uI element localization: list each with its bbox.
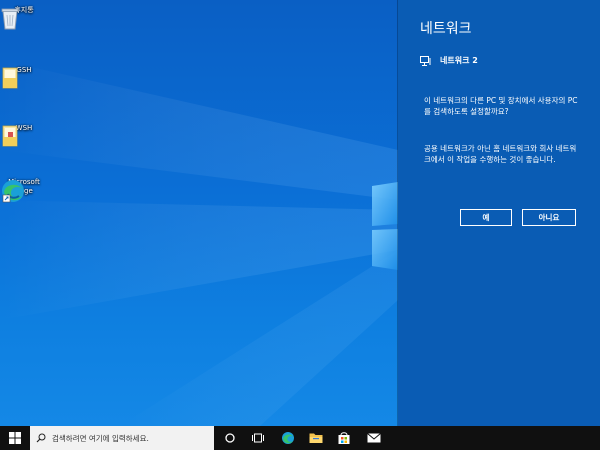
network-name: 네트워크 2: [440, 56, 478, 65]
discovery-description: 공용 네트워크가 아닌 홈 네트워크와 회사 네트워크에서 이 작업을 수행하는…: [424, 144, 577, 164]
desktop-icon-gsh[interactable]: GSH: [0, 66, 48, 89]
network-name-row: 네트워크 2: [420, 55, 478, 66]
taskbar-edge-button[interactable]: [274, 426, 302, 450]
folder-icon: [2, 125, 18, 147]
desktop-icon-recycle-bin[interactable]: 휴지통: [0, 6, 48, 30]
store-icon: [338, 432, 350, 444]
discovery-question: 이 네트워크의 다른 PC 및 장치에서 사용자의 PC를 검색하도록 설정할까…: [424, 96, 578, 116]
yes-button[interactable]: 예: [460, 209, 512, 226]
taskbar-search-box[interactable]: 검색하려면 여기에 입력하세요.: [30, 426, 214, 450]
network-monitor-icon: [420, 55, 431, 66]
network-flyout: 네트워크 네트워크 2 이 네트워크의 다른 PC 및 장치에서 사용자의 PC…: [398, 0, 600, 426]
search-placeholder: 검색하려면 여기에 입력하세요.: [52, 433, 149, 443]
taskbar: 검색하려면 여기에 입력하세요.: [0, 426, 600, 450]
desktop-icon-wsh[interactable]: WSH: [0, 124, 48, 147]
cortana-button[interactable]: [216, 426, 244, 450]
start-button[interactable]: [0, 426, 30, 450]
flyout-title: 네트워크: [420, 21, 472, 37]
search-icon: [36, 433, 46, 443]
edge-icon: [282, 432, 294, 444]
desktop-icon-edge[interactable]: Microsoft Edge: [0, 178, 48, 203]
store-button[interactable]: [330, 426, 358, 450]
no-button[interactable]: 아니요: [522, 209, 576, 226]
mail-icon: [367, 433, 381, 443]
windows-logo-icon: [9, 432, 21, 444]
file-explorer-icon: [309, 433, 323, 443]
folder-icon: [2, 67, 18, 89]
task-view-button[interactable]: [244, 426, 272, 450]
task-view-icon: [252, 433, 264, 443]
edge-icon: [2, 180, 24, 203]
cortana-icon: [225, 433, 235, 443]
mail-button[interactable]: [360, 426, 388, 450]
screen: 휴지통 GSH WSH Microsoft 네트워크 네트워크 2 이 네트워크…: [0, 0, 600, 450]
file-explorer-button[interactable]: [302, 426, 330, 450]
recycle-bin-icon: [1, 8, 19, 30]
